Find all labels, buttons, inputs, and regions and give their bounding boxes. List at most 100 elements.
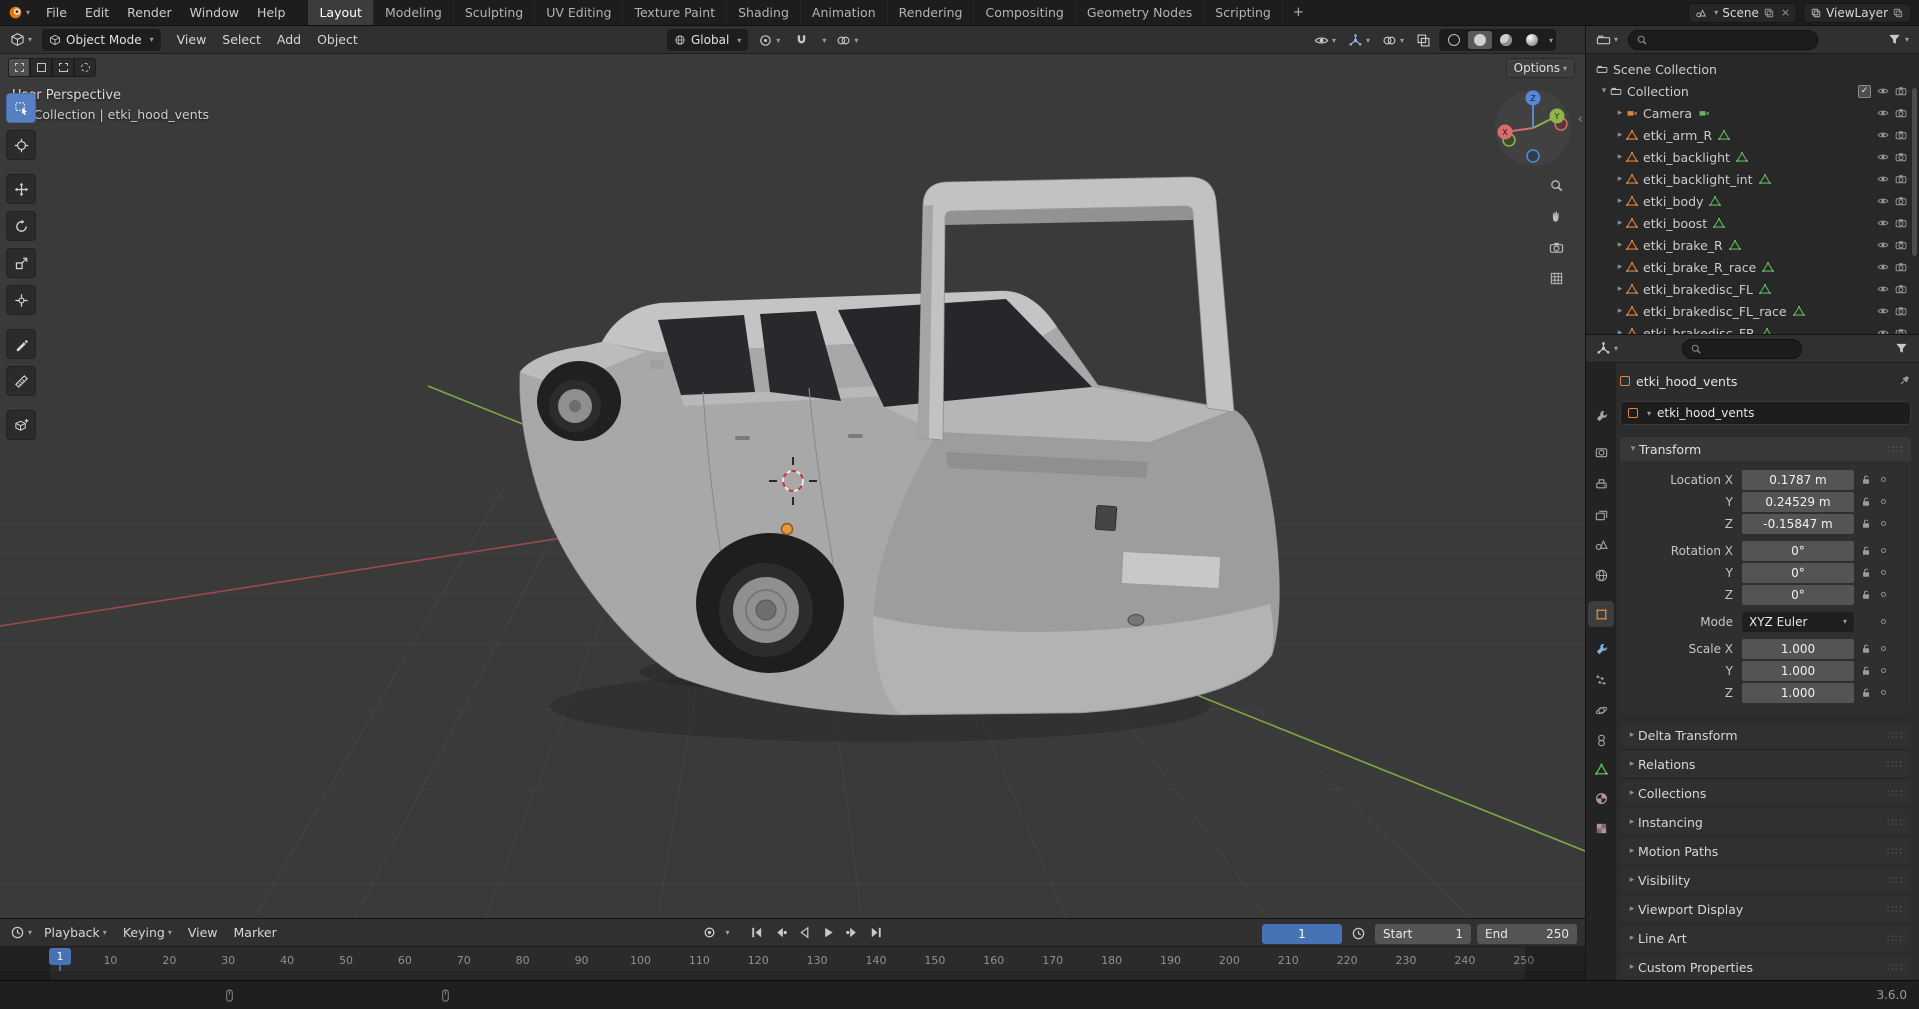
- render-camera-icon[interactable]: [1895, 129, 1907, 141]
- collapsed-panel-header[interactable]: Line Art: [1620, 925, 1911, 951]
- shading-wireframe-button[interactable]: [1442, 31, 1466, 49]
- menubar-item[interactable]: Help: [248, 0, 295, 25]
- lock-button[interactable]: [1860, 589, 1872, 601]
- expander-icon[interactable]: [1614, 108, 1626, 118]
- end-frame-field[interactable]: End 250: [1477, 923, 1577, 944]
- expander-icon[interactable]: [1614, 262, 1626, 272]
- snap-settings-caret[interactable]: [822, 36, 826, 45]
- tab-render[interactable]: [1588, 439, 1614, 465]
- panel-grip-icon[interactable]: [1887, 816, 1903, 829]
- render-camera-icon[interactable]: [1895, 107, 1907, 119]
- tool-scale[interactable]: [6, 248, 36, 278]
- rotation-input[interactable]: 0°: [1742, 540, 1854, 561]
- unlink-scene-icon[interactable]: [1779, 6, 1790, 19]
- expander-icon[interactable]: [1614, 240, 1626, 250]
- scale-input[interactable]: 1.000: [1742, 682, 1854, 703]
- tool-select-box[interactable]: [6, 93, 36, 123]
- animate-dot-button[interactable]: [1881, 690, 1886, 695]
- eye-icon[interactable]: [1877, 107, 1889, 119]
- outliner-object-row[interactable]: etki_body: [1586, 190, 1919, 212]
- render-camera-icon[interactable]: [1895, 151, 1907, 163]
- shading-settings-caret[interactable]: [1549, 36, 1553, 45]
- xray-toggle-button[interactable]: [1412, 29, 1435, 51]
- tab-object[interactable]: [1588, 601, 1614, 627]
- gizmos-dropdown[interactable]: [1344, 29, 1374, 51]
- workspace-tab[interactable]: Geometry Nodes: [1076, 0, 1205, 25]
- shading-solid-button[interactable]: [1468, 31, 1493, 49]
- collapsed-panel-header[interactable]: Motion Paths: [1620, 838, 1911, 864]
- start-frame-field[interactable]: Start 1: [1375, 923, 1471, 944]
- menubar-item[interactable]: File: [37, 0, 76, 25]
- viewport-canvas[interactable]: [0, 54, 1585, 918]
- eye-icon[interactable]: [1877, 261, 1889, 273]
- shading-rendered-button[interactable]: [1520, 31, 1544, 49]
- animate-dot-button[interactable]: [1881, 619, 1886, 624]
- pin-button[interactable]: [1899, 374, 1911, 389]
- scale-input[interactable]: 1.000: [1742, 660, 1854, 681]
- lock-button[interactable]: [1860, 665, 1872, 677]
- object-visibility-dropdown[interactable]: [1310, 29, 1340, 51]
- render-camera-icon[interactable]: [1895, 173, 1907, 185]
- outliner-object-row[interactable]: Camera: [1586, 102, 1919, 124]
- outliner-object-row[interactable]: etki_backlight: [1586, 146, 1919, 168]
- workspace-tab[interactable]: Layout: [308, 0, 374, 25]
- collapsed-panel-header[interactable]: Custom Properties: [1620, 954, 1911, 980]
- panel-grip-icon[interactable]: [1887, 874, 1903, 887]
- blender-app-menu-button[interactable]: [0, 0, 37, 25]
- jump-to-end-button[interactable]: [866, 922, 887, 943]
- select-mode-new-button[interactable]: [8, 58, 30, 77]
- timeline-menu-item[interactable]: Marker: [226, 919, 285, 946]
- eye-icon[interactable]: [1877, 217, 1889, 229]
- timeline-ruler[interactable]: 10 20 30 40 50 60 70 80 90 100 110 120 130 140 150 160 1…: [0, 947, 1585, 971]
- viewport-options-button[interactable]: Options: [1505, 58, 1575, 78]
- eye-icon[interactable]: [1877, 283, 1889, 295]
- properties-search-input[interactable]: [1682, 338, 1803, 359]
- lock-button[interactable]: [1860, 545, 1872, 557]
- expander-icon[interactable]: [1614, 306, 1626, 316]
- next-keyframe-button[interactable]: [842, 922, 863, 943]
- location-input[interactable]: 0.24529 m: [1742, 491, 1854, 512]
- proportional-edit-button[interactable]: [832, 29, 862, 51]
- expander-icon[interactable]: [1614, 218, 1626, 228]
- viewport-menu-item[interactable]: View: [169, 26, 215, 53]
- expander-icon[interactable]: [1614, 284, 1626, 294]
- viewport-menu-item[interactable]: Add: [269, 26, 309, 53]
- object-name-field[interactable]: etki_hood_vents: [1620, 401, 1911, 425]
- render-camera-icon[interactable]: [1895, 283, 1907, 295]
- playhead-handle[interactable]: 1: [49, 948, 71, 965]
- timeline-menu-item[interactable]: Keying: [115, 919, 180, 946]
- tool-add-cube[interactable]: [6, 410, 36, 440]
- overlays-dropdown[interactable]: [1378, 29, 1408, 51]
- new-scene-icon[interactable]: [1763, 7, 1775, 19]
- expander-icon[interactable]: [1614, 152, 1626, 162]
- outliner-editor-type-button[interactable]: [1592, 29, 1622, 51]
- workspace-tab[interactable]: Compositing: [974, 0, 1076, 25]
- render-camera-icon[interactable]: [1895, 195, 1907, 207]
- tool-rotate[interactable]: [6, 211, 36, 241]
- outliner-object-row[interactable]: etki_backlight_int: [1586, 168, 1919, 190]
- panel-grip-icon[interactable]: [1887, 932, 1903, 945]
- render-camera-icon[interactable]: [1895, 85, 1907, 97]
- lock-button[interactable]: [1860, 643, 1872, 655]
- current-frame-field[interactable]: 1: [1262, 923, 1342, 944]
- location-input[interactable]: -0.15847 m: [1742, 513, 1854, 534]
- collection-checkbox[interactable]: [1858, 84, 1871, 98]
- add-workspace-button[interactable]: +: [1283, 0, 1314, 25]
- viewport-3d[interactable]: Options User Perspective (1) Collection …: [0, 54, 1585, 918]
- eye-icon[interactable]: [1877, 129, 1889, 141]
- car-model[interactable]: [519, 176, 1280, 716]
- tool-cursor[interactable]: [6, 130, 36, 160]
- menubar-item[interactable]: Edit: [76, 0, 118, 25]
- animate-dot-button[interactable]: [1881, 570, 1886, 575]
- render-camera-icon[interactable]: [1895, 261, 1907, 273]
- object-origin-dot[interactable]: [780, 522, 794, 536]
- expander-icon[interactable]: [1598, 86, 1610, 96]
- rotation-mode-dropdown[interactable]: XYZ Euler: [1742, 611, 1854, 632]
- tool-annotate[interactable]: [6, 329, 36, 359]
- tool-measure[interactable]: [6, 366, 36, 396]
- play-button[interactable]: [818, 922, 839, 943]
- editor-type-button[interactable]: [6, 29, 36, 51]
- outliner-object-row[interactable]: etki_brakedisc_FL_race: [1586, 300, 1919, 322]
- tab-texture[interactable]: [1588, 815, 1614, 841]
- outliner-object-row[interactable]: etki_brakedisc_FL: [1586, 278, 1919, 300]
